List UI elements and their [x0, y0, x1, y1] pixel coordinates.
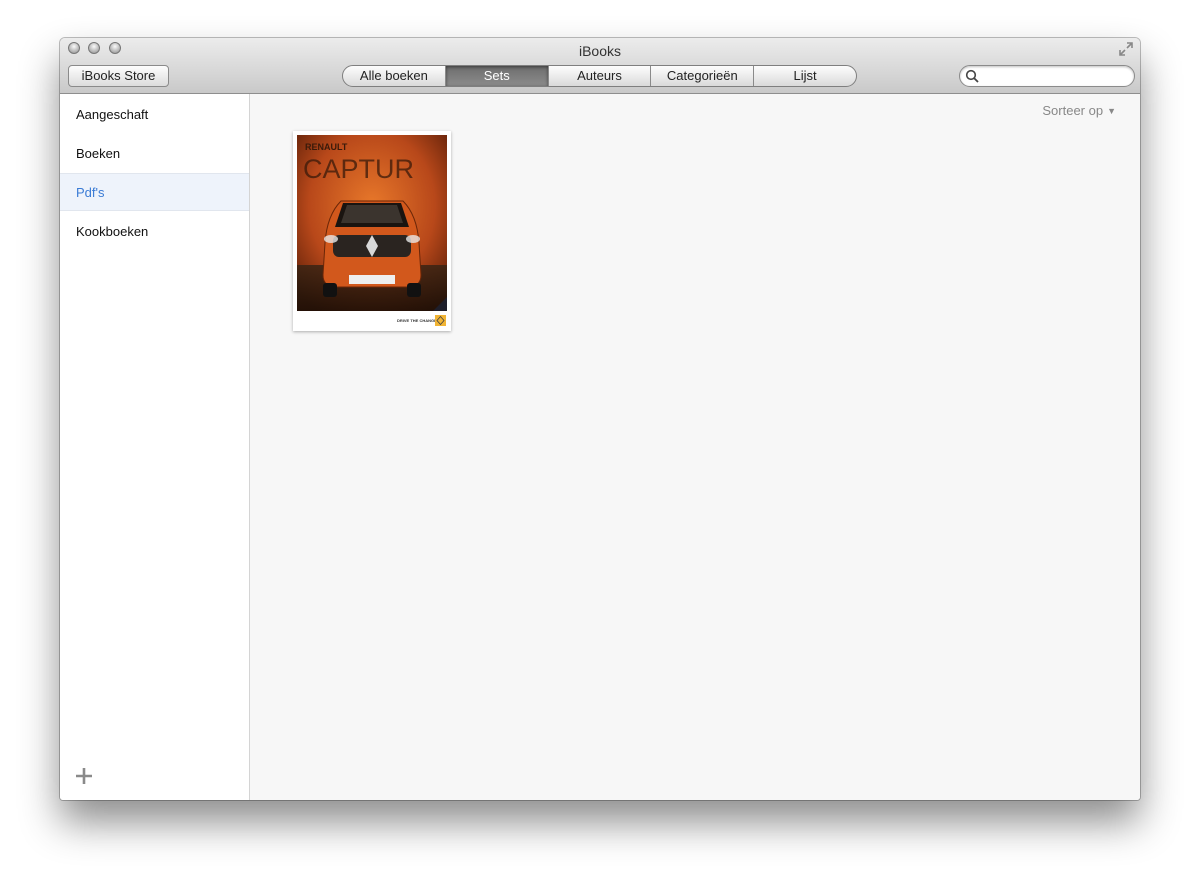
book-cover: RENAULT CAPTUR DRIVE THE CHANGE [297, 135, 447, 327]
sidebar-item-aangeschaft[interactable]: Aangeschaft [60, 96, 249, 134]
sort-label: Sorteer op [1042, 103, 1104, 118]
tab-categorieen[interactable]: Categorieën [651, 66, 755, 86]
search-input[interactable] [982, 68, 1130, 86]
sidebar-item-boeken[interactable]: Boeken [60, 135, 249, 173]
sidebar-item-pdfs[interactable]: Pdf's [60, 173, 249, 211]
cover-brand: RENAULT [305, 142, 348, 152]
tab-alle-boeken[interactable]: Alle boeken [343, 66, 446, 86]
chevron-down-icon: ▼ [1107, 106, 1116, 116]
book-item[interactable]: RENAULT CAPTUR DRIVE THE CHANGE [293, 131, 451, 331]
window-title: iBooks [578, 43, 622, 59]
fullscreen-icon[interactable] [1118, 41, 1134, 57]
view-segmented-control: Alle boeken Sets Auteurs Categorieën Lij… [342, 65, 857, 87]
ibooks-store-button[interactable]: iBooks Store [68, 65, 169, 87]
tab-sets[interactable]: Sets [445, 66, 549, 86]
sidebar: Aangeschaft Boeken Pdf's Kookboeken [60, 94, 250, 800]
tab-lijst[interactable]: Lijst [754, 66, 856, 86]
search-icon [965, 69, 979, 83]
cover-model: CAPTUR [303, 154, 414, 184]
sort-menu[interactable]: Sorteer op ▼ [1042, 103, 1116, 118]
app-window: iBooks iBooks Store Alle boeken Sets Aut… [60, 38, 1140, 800]
sidebar-item-kookboeken[interactable]: Kookboeken [60, 213, 249, 251]
toolbar: iBooks iBooks Store Alle boeken Sets Aut… [60, 38, 1140, 94]
cover-tagline: DRIVE THE CHANGE [397, 318, 437, 323]
library-content: Sorteer op ▼ RENAULT CAPTUR DRIVE THE CH… [250, 94, 1140, 800]
plus-icon[interactable] [74, 766, 94, 786]
search-field[interactable] [959, 65, 1135, 87]
tab-auteurs[interactable]: Auteurs [549, 66, 652, 86]
